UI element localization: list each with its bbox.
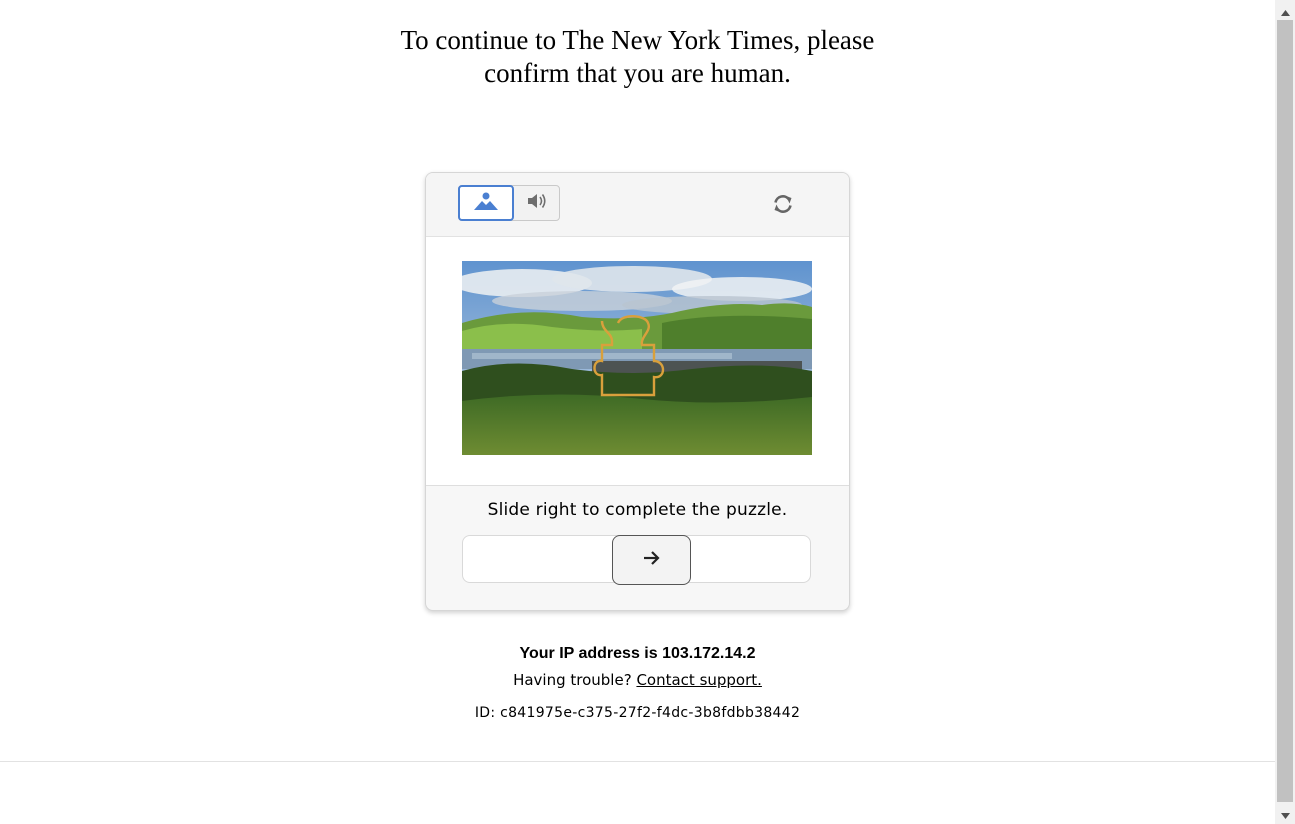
scroll-up-button[interactable] — [1275, 2, 1295, 19]
audio-challenge-button[interactable] — [514, 185, 560, 221]
page: To continue to The New York Times, pleas… — [0, 0, 1295, 824]
captcha-header — [426, 173, 849, 237]
support-line: Having trouble? Contact support. — [0, 671, 1275, 689]
page-title-line-1: To continue to The New York Times, pleas… — [400, 25, 875, 55]
footer-divider — [0, 761, 1275, 762]
triangle-down-icon — [1280, 804, 1290, 823]
ip-address-text: Your IP address is 103.172.14.2 — [519, 645, 756, 662]
speaker-icon — [526, 192, 548, 214]
trouble-label: Having trouble? — [513, 671, 632, 689]
slider-instruction: Slide right to complete the puzzle. — [487, 500, 788, 520]
captcha-widget: Slide right to complete the puzzle. — [425, 172, 850, 611]
slider-handle[interactable] — [612, 535, 691, 585]
puzzle-image — [462, 261, 812, 455]
refresh-icon — [771, 192, 795, 220]
arrow-right-icon — [642, 550, 662, 570]
page-title-line-2: confirm that you are human. — [484, 58, 791, 88]
puzzle-image-area — [426, 237, 849, 486]
contact-support-link[interactable]: Contact support. — [636, 671, 762, 689]
triangle-up-icon — [1280, 1, 1290, 20]
scrollbar-thumb[interactable] — [1277, 20, 1293, 802]
request-id: ID: c841975e-c375-27f2-f4dc-3b8fdbb38442 — [474, 705, 801, 721]
page-title: To continue to The New York Times, pleas… — [0, 24, 1275, 90]
vertical-scrollbar[interactable] — [1275, 0, 1295, 824]
challenge-mode-toggle — [458, 185, 560, 221]
refresh-button[interactable] — [770, 193, 796, 219]
scroll-down-button[interactable] — [1275, 805, 1295, 822]
image-challenge-button[interactable] — [458, 185, 514, 221]
image-mountain-icon — [473, 191, 499, 215]
